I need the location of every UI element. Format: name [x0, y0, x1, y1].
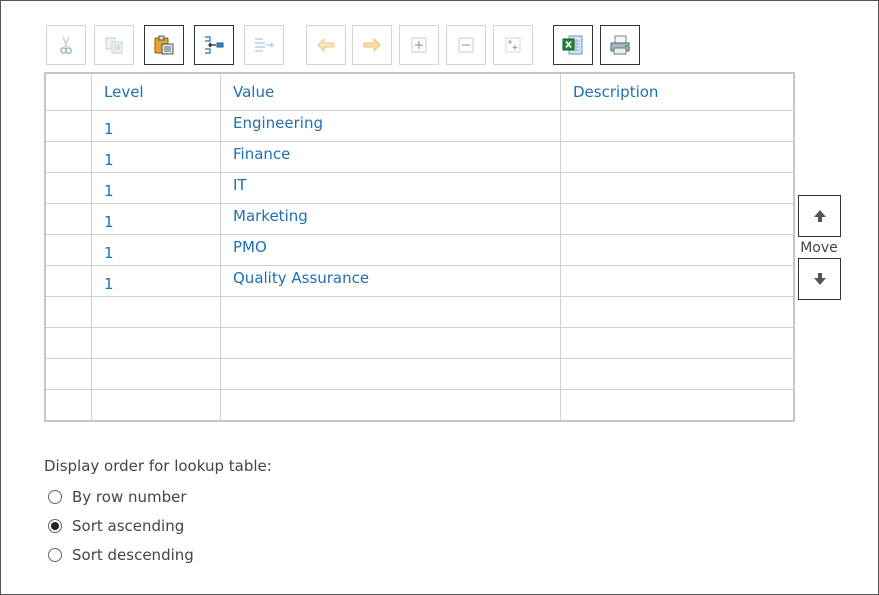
- arrow-left-icon: [317, 37, 335, 53]
- radio-sort-ascending[interactable]: [48, 518, 62, 533]
- row-selector[interactable]: [44, 203, 92, 235]
- cell-description[interactable]: [560, 389, 795, 422]
- paste-button[interactable]: [144, 25, 184, 65]
- table-row[interactable]: [44, 327, 795, 359]
- cell-description[interactable]: [560, 203, 795, 235]
- row-selector[interactable]: [44, 358, 92, 390]
- row-selector[interactable]: [44, 110, 92, 142]
- table-row[interactable]: 1 Finance: [44, 141, 795, 173]
- radio-label: Sort descending: [72, 545, 194, 564]
- move-down-button[interactable]: [798, 258, 841, 300]
- copy-button[interactable]: [94, 25, 134, 65]
- row-selector[interactable]: [44, 141, 92, 173]
- cell-value[interactable]: Marketing: [220, 203, 561, 235]
- minus-icon: [458, 37, 474, 53]
- expand-all-button[interactable]: [493, 25, 533, 65]
- table-row[interactable]: 1 Marketing: [44, 203, 795, 235]
- lookup-table: Level Value Description 1 Engineering 1 Fin…: [44, 72, 795, 422]
- cell-description[interactable]: [560, 296, 795, 328]
- cell-description[interactable]: [560, 265, 795, 297]
- cell-value[interactable]: Finance: [220, 141, 561, 173]
- header-value[interactable]: Value: [220, 72, 561, 111]
- table-row[interactable]: 1 IT: [44, 172, 795, 204]
- row-selector[interactable]: [44, 296, 92, 328]
- indent-button[interactable]: [244, 25, 284, 65]
- option-sort-ascending[interactable]: Sort ascending: [44, 511, 272, 540]
- arrow-up-icon: [813, 210, 826, 222]
- move-left-button[interactable]: [306, 25, 346, 65]
- expand-all-icon: [505, 37, 521, 53]
- cell-description[interactable]: [560, 110, 795, 142]
- cell-description[interactable]: [560, 141, 795, 173]
- option-sort-descending[interactable]: Sort descending: [44, 540, 272, 569]
- cell-description[interactable]: [560, 172, 795, 204]
- export-excel-button[interactable]: [553, 25, 593, 65]
- row-selector[interactable]: [44, 389, 92, 422]
- table-row[interactable]: 1 Quality Assurance: [44, 265, 795, 297]
- header-description[interactable]: Description: [560, 72, 795, 111]
- cut-button[interactable]: [46, 25, 86, 65]
- row-selector[interactable]: [44, 265, 92, 297]
- cell-level[interactable]: [91, 358, 221, 390]
- option-by-row-number[interactable]: By row number: [44, 482, 272, 511]
- cell-level[interactable]: 1: [91, 110, 221, 142]
- cell-level[interactable]: [91, 296, 221, 328]
- collapse-button[interactable]: [446, 25, 486, 65]
- print-button[interactable]: [600, 25, 640, 65]
- insert-row-icon: [205, 36, 224, 54]
- cell-level[interactable]: [91, 327, 221, 359]
- cell-level[interactable]: [91, 389, 221, 422]
- cell-description[interactable]: [560, 234, 795, 266]
- table-row[interactable]: 1 Engineering: [44, 110, 795, 142]
- table-row[interactable]: [44, 358, 795, 390]
- cell-level[interactable]: 1: [91, 265, 221, 297]
- cell-value[interactable]: [220, 327, 561, 359]
- arrow-right-icon: [363, 37, 381, 53]
- excel-icon: [562, 35, 583, 55]
- radio-label: By row number: [72, 487, 187, 506]
- cell-value[interactable]: Quality Assurance: [220, 265, 561, 297]
- move-up-button[interactable]: [798, 195, 841, 237]
- cell-level[interactable]: 1: [91, 203, 221, 235]
- cell-value[interactable]: [220, 389, 561, 422]
- indent-icon: [255, 38, 274, 52]
- cell-level[interactable]: 1: [91, 141, 221, 173]
- cell-value[interactable]: Engineering: [220, 110, 561, 142]
- move-right-button[interactable]: [352, 25, 392, 65]
- insert-row-button[interactable]: [194, 25, 234, 65]
- display-order-section: Display order for lookup table: By row n…: [44, 457, 272, 569]
- radio-sort-descending[interactable]: [48, 547, 62, 562]
- header-row-selector: [44, 72, 92, 111]
- radio-by-row-number[interactable]: [48, 489, 62, 504]
- cell-level[interactable]: 1: [91, 234, 221, 266]
- table-row[interactable]: [44, 296, 795, 328]
- row-selector[interactable]: [44, 234, 92, 266]
- cell-value[interactable]: [220, 296, 561, 328]
- table-header-row: Level Value Description: [44, 72, 795, 111]
- arrow-down-icon: [813, 273, 826, 285]
- row-selector[interactable]: [44, 172, 92, 204]
- cell-value[interactable]: IT: [220, 172, 561, 204]
- scissors-icon: [60, 36, 72, 54]
- move-controls: Move: [798, 195, 842, 300]
- expand-button[interactable]: [399, 25, 439, 65]
- paste-icon: [154, 35, 174, 55]
- header-level[interactable]: Level: [91, 72, 221, 111]
- cell-description[interactable]: [560, 358, 795, 390]
- row-selector[interactable]: [44, 327, 92, 359]
- printer-icon: [610, 35, 630, 55]
- cell-value[interactable]: PMO: [220, 234, 561, 266]
- display-order-title: Display order for lookup table:: [44, 457, 272, 475]
- table-row[interactable]: [44, 389, 795, 422]
- cell-value[interactable]: [220, 358, 561, 390]
- radio-label: Sort ascending: [72, 516, 185, 535]
- table-row[interactable]: 1 PMO: [44, 234, 795, 266]
- cell-level[interactable]: 1: [91, 172, 221, 204]
- move-label: Move: [800, 240, 838, 256]
- plus-icon: [411, 37, 427, 53]
- cell-description[interactable]: [560, 327, 795, 359]
- copy-icon: [105, 37, 123, 54]
